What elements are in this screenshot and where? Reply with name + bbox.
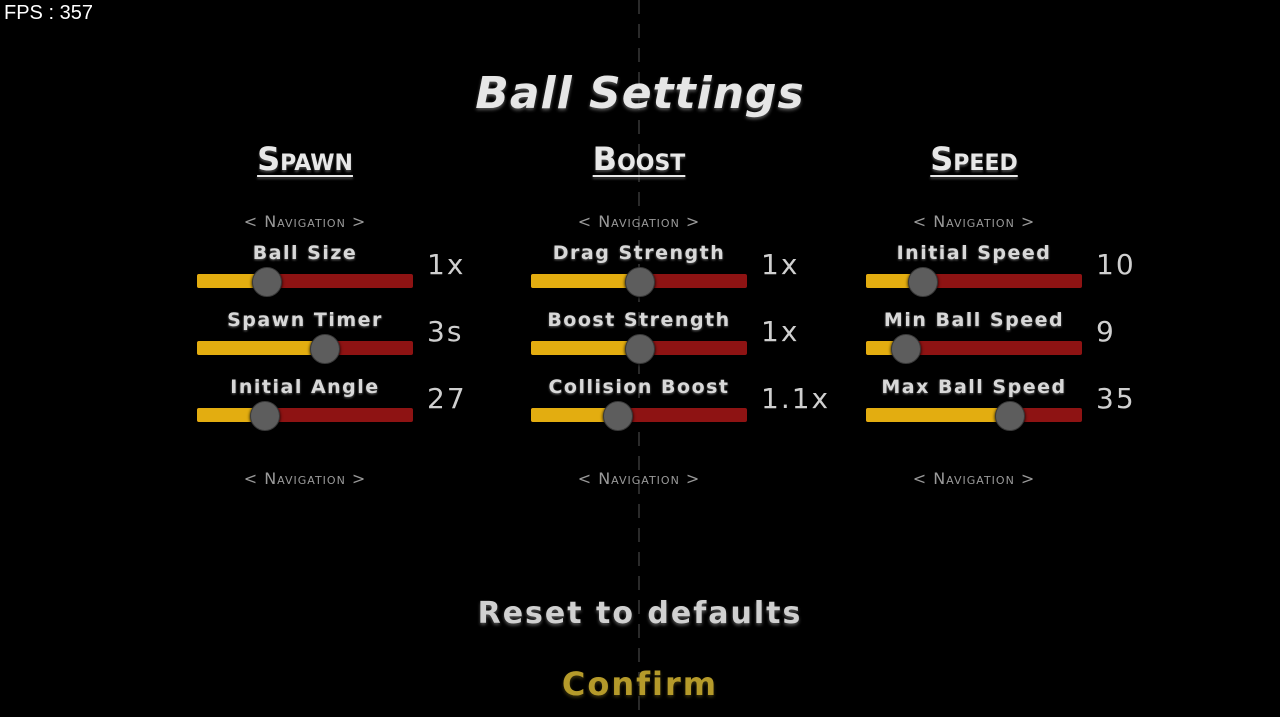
setting-collision-boost: Collision Boost 1.1x xyxy=(531,376,828,443)
drag-strength-slider[interactable] xyxy=(531,267,747,297)
max-ball-speed-slider[interactable] xyxy=(866,401,1082,431)
slider-knob[interactable] xyxy=(603,401,634,431)
column-title-spawn: Spawn xyxy=(257,140,353,178)
navigation-top-speed[interactable]: < Navigation > xyxy=(866,212,1082,242)
setting-value: 1x xyxy=(761,315,800,348)
slider-knob[interactable] xyxy=(890,334,921,364)
setting-initial-speed: Initial Speed 10 xyxy=(866,242,1134,309)
slider-knob[interactable] xyxy=(908,267,939,297)
setting-label: Ball Size xyxy=(252,242,358,264)
slider-fill xyxy=(866,408,1009,422)
slider-fill xyxy=(531,341,639,355)
navigation-top-spawn[interactable]: < Navigation > xyxy=(197,212,413,242)
confirm-button[interactable]: Confirm xyxy=(0,665,1280,703)
setting-value: 3s xyxy=(427,315,464,348)
settings-screen: FPS : 357 Ball Settings Spawn < Navigati… xyxy=(0,0,1280,717)
setting-label: Spawn Timer xyxy=(227,309,383,331)
slider-fill xyxy=(197,341,325,355)
boost-strength-slider[interactable] xyxy=(531,334,747,364)
spawn-column: Spawn < Navigation > Ball Size 1x Spawn … xyxy=(197,140,465,488)
slider-knob[interactable] xyxy=(625,267,655,297)
setting-label: Boost Strength xyxy=(547,309,731,331)
boost-column: Boost < Navigation > Drag Strength 1x Bo… xyxy=(531,140,828,488)
setting-value: 27 xyxy=(427,382,467,415)
slider-knob[interactable] xyxy=(252,267,283,297)
setting-value: 1.1x xyxy=(761,382,831,415)
speed-column: Speed < Navigation > Initial Speed 10 Mi… xyxy=(866,140,1134,488)
setting-value: 9 xyxy=(1096,315,1116,348)
setting-value: 35 xyxy=(1096,382,1136,415)
column-title-speed: Speed xyxy=(930,140,1018,178)
setting-value: 1x xyxy=(761,248,800,281)
navigation-bottom-boost[interactable]: < Navigation > xyxy=(531,469,747,488)
setting-label: Initial Angle xyxy=(230,376,380,398)
setting-label: Drag Strength xyxy=(552,242,726,264)
column-title-boost: Boost xyxy=(592,140,686,178)
slider-knob[interactable] xyxy=(310,334,341,364)
setting-value: 10 xyxy=(1096,248,1136,281)
collision-boost-slider[interactable] xyxy=(531,401,747,431)
initial-speed-slider[interactable] xyxy=(866,267,1082,297)
setting-max-ball-speed: Max Ball Speed 35 xyxy=(866,376,1134,443)
setting-initial-angle: Initial Angle 27 xyxy=(197,376,465,443)
reset-to-defaults-button[interactable]: Reset to defaults xyxy=(0,596,1280,631)
slider-knob[interactable] xyxy=(994,401,1025,431)
spawn-timer-slider[interactable] xyxy=(197,334,413,364)
setting-label: Max Ball Speed xyxy=(881,376,1067,398)
slider-knob[interactable] xyxy=(249,401,280,431)
ball-size-slider[interactable] xyxy=(197,267,413,297)
navigation-top-boost[interactable]: < Navigation > xyxy=(531,212,747,242)
setting-label: Initial Speed xyxy=(896,242,1052,264)
setting-spawn-timer: Spawn Timer 3s xyxy=(197,309,461,376)
setting-value: 1x xyxy=(427,248,466,281)
setting-boost-strength: Boost Strength 1x xyxy=(531,309,797,376)
setting-min-ball-speed: Min Ball Speed 9 xyxy=(866,309,1114,376)
slider-fill xyxy=(531,274,639,288)
initial-angle-slider[interactable] xyxy=(197,401,413,431)
setting-drag-strength: Drag Strength 1x xyxy=(531,242,797,309)
setting-ball-size: Ball Size 1x xyxy=(197,242,463,309)
page-title: Ball Settings xyxy=(475,68,805,119)
fps-counter: FPS : 357 xyxy=(4,2,93,24)
navigation-bottom-speed[interactable]: < Navigation > xyxy=(866,469,1082,488)
setting-label: Min Ball Speed xyxy=(883,309,1065,331)
min-ball-speed-slider[interactable] xyxy=(866,334,1082,364)
navigation-bottom-spawn[interactable]: < Navigation > xyxy=(197,469,413,488)
slider-knob[interactable] xyxy=(625,334,655,364)
setting-label: Collision Boost xyxy=(548,376,730,398)
